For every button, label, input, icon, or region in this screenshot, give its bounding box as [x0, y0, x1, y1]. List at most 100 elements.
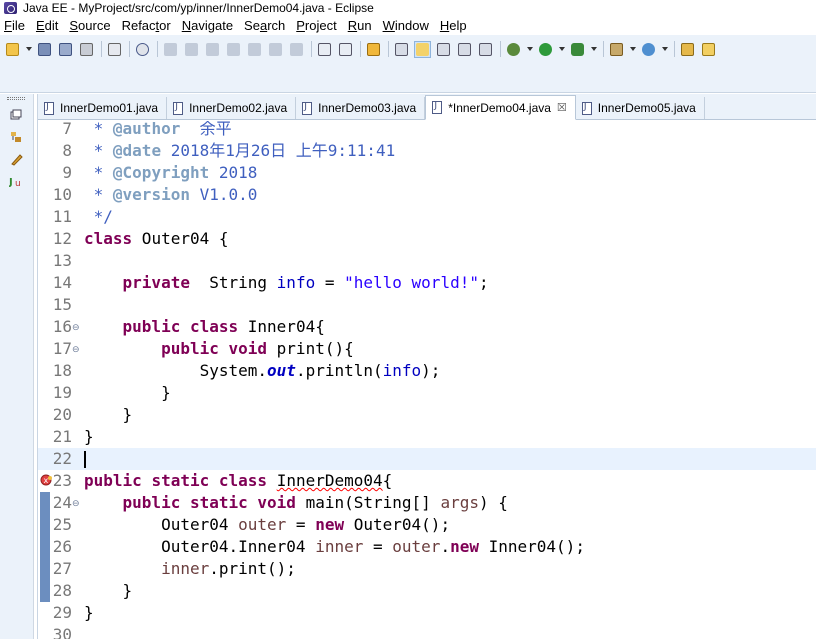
trim-drag-handle[interactable]: [7, 97, 25, 100]
code-line[interactable]: 25 Outer04 outer = new Outer04();: [38, 514, 816, 536]
code-token: static: [151, 471, 210, 490]
new-class-icon[interactable]: [640, 41, 657, 58]
code-line[interactable]: 13: [38, 250, 816, 272]
code-line[interactable]: 11 */: [38, 206, 816, 228]
run-icon[interactable]: [537, 41, 554, 58]
package-explorer-icon[interactable]: [9, 130, 23, 144]
menu-item[interactable]: Run: [348, 18, 372, 33]
code-token: }: [84, 405, 133, 424]
new-java-project-dropdown-icon[interactable]: [629, 41, 636, 58]
junit-icon[interactable]: Ju: [9, 174, 23, 188]
menu-item[interactable]: Navigate: [182, 18, 233, 33]
code-text: Outer04.Inner04 inner = outer.new Inner0…: [84, 536, 585, 558]
mark-occurrences-icon[interactable]: [414, 40, 431, 58]
menu-item[interactable]: Search: [244, 18, 285, 33]
code-line[interactable]: 10 * @version V1.0.0: [38, 184, 816, 206]
block-selection-icon[interactable]: [435, 41, 452, 58]
new-class-dropdown-icon[interactable]: [661, 41, 668, 58]
editor-tab[interactable]: InnerDemo03.java: [296, 97, 426, 119]
code-text: * @version V1.0.0: [84, 184, 258, 206]
debug-dropdown-icon[interactable]: [526, 41, 533, 58]
terminate-icon[interactable]: [204, 41, 221, 58]
menu-item[interactable]: Window: [383, 18, 429, 33]
editor-tab[interactable]: InnerDemo01.java: [38, 97, 168, 119]
close-icon[interactable]: ☒: [557, 101, 567, 114]
code-line[interactable]: 29}: [38, 602, 816, 624]
code-line[interactable]: 21}: [38, 426, 816, 448]
external-tools-dropdown-icon[interactable]: [590, 41, 597, 58]
code-line[interactable]: 27 inner.print();: [38, 558, 816, 580]
toolbar-separator: [157, 41, 158, 57]
code-line[interactable]: 15: [38, 294, 816, 316]
error-marker-icon[interactable]: x: [40, 474, 54, 488]
external-tools-icon[interactable]: [569, 41, 586, 58]
open-folder-icon[interactable]: [700, 41, 717, 58]
code-line[interactable]: 20 }: [38, 404, 816, 426]
code-line[interactable]: 22: [38, 448, 816, 470]
save-all-icon[interactable]: [57, 41, 74, 58]
menu-item-text: indow: [394, 18, 429, 33]
code-token: @date: [112, 141, 162, 160]
editor-tab[interactable]: InnerDemo05.java: [576, 97, 705, 119]
debug-icon[interactable]: [505, 41, 522, 58]
editor-tab[interactable]: *InnerDemo04.java ☒: [425, 95, 576, 120]
open-task-icon[interactable]: [365, 41, 382, 58]
tab-label: InnerDemo03.java: [318, 101, 417, 115]
save-icon[interactable]: [36, 41, 53, 58]
new-icon[interactable]: [4, 41, 21, 58]
editor-tab[interactable]: InnerDemo02.java: [167, 97, 297, 119]
code-line[interactable]: 18 System.out.println(info);: [38, 360, 816, 382]
code-token: new: [315, 515, 345, 534]
code-area[interactable]: 7 * @author 余平 8 * @date 2018年1月26日 上午9:1…: [38, 121, 816, 639]
code-line[interactable]: 23 public static class InnerDemo04{x: [38, 470, 816, 492]
menu-item[interactable]: Refactor: [122, 18, 171, 33]
print-icon[interactable]: [78, 41, 95, 58]
hierarchy-icon[interactable]: [337, 41, 354, 58]
code-line[interactable]: 8 * @date 2018年1月26日 上午9:11:41: [38, 140, 816, 162]
run-dropdown-icon[interactable]: [558, 41, 565, 58]
code-token: 2018年1月26日 上午9:11:41: [161, 141, 396, 160]
suspend-icon[interactable]: [183, 41, 200, 58]
code-line[interactable]: 16 ⊖ public class Inner04{: [38, 316, 816, 338]
task-list-icon[interactable]: [9, 152, 23, 166]
code-line[interactable]: 28 }: [38, 580, 816, 602]
new-dropdown-icon[interactable]: [25, 41, 32, 58]
code-line[interactable]: 7 * @author 余平: [38, 121, 816, 140]
menu-item[interactable]: Edit: [36, 18, 58, 33]
menu-item[interactable]: Help: [440, 18, 467, 33]
line-number: 15: [52, 295, 72, 314]
outline-icon[interactable]: [316, 41, 333, 58]
step-into-icon[interactable]: [246, 41, 263, 58]
code-line[interactable]: 9 * @Copyright 2018: [38, 162, 816, 184]
fold-collapse-icon[interactable]: ⊖: [72, 498, 80, 508]
open-type-icon[interactable]: [679, 41, 696, 58]
code-text: }: [84, 382, 171, 404]
word-wrap-icon[interactable]: [456, 41, 473, 58]
menu-item[interactable]: Source: [69, 18, 110, 33]
code-line[interactable]: 17 ⊖ public void print(){: [38, 338, 816, 360]
code-line[interactable]: 30: [38, 624, 816, 639]
new-java-project-icon[interactable]: [608, 41, 625, 58]
fold-collapse-icon[interactable]: ⊖: [72, 322, 80, 332]
menu-item[interactable]: File: [4, 18, 25, 33]
show-whitespace-icon[interactable]: [477, 41, 494, 58]
menu-item[interactable]: Project: [296, 18, 336, 33]
code-line[interactable]: 14 private String info = "hello world!";: [38, 272, 816, 294]
resume-icon[interactable]: [162, 41, 179, 58]
code-line[interactable]: 19 }: [38, 382, 816, 404]
code-line[interactable]: 26 Outer04.Inner04 inner = outer.new Inn…: [38, 536, 816, 558]
disconnect-icon[interactable]: [225, 41, 242, 58]
code-line[interactable]: 24 ⊖ public static void main(String[] arg…: [38, 492, 816, 514]
quick-diff-bar[interactable]: [40, 492, 50, 602]
code-line[interactable]: 12 class Outer04 {: [38, 228, 816, 250]
fold-collapse-icon[interactable]: ⊖: [72, 344, 80, 354]
skip-breakpoints-icon[interactable]: [134, 41, 151, 58]
step-over-icon[interactable]: [267, 41, 284, 58]
next-annotation-icon[interactable]: [393, 41, 410, 58]
code-token: Inner04();: [478, 537, 585, 556]
restore-icon[interactable]: [9, 108, 23, 122]
code-text: public static class InnerDemo04{: [84, 470, 392, 492]
step-return-icon[interactable]: [288, 41, 305, 58]
binary-icon[interactable]: [106, 41, 123, 58]
